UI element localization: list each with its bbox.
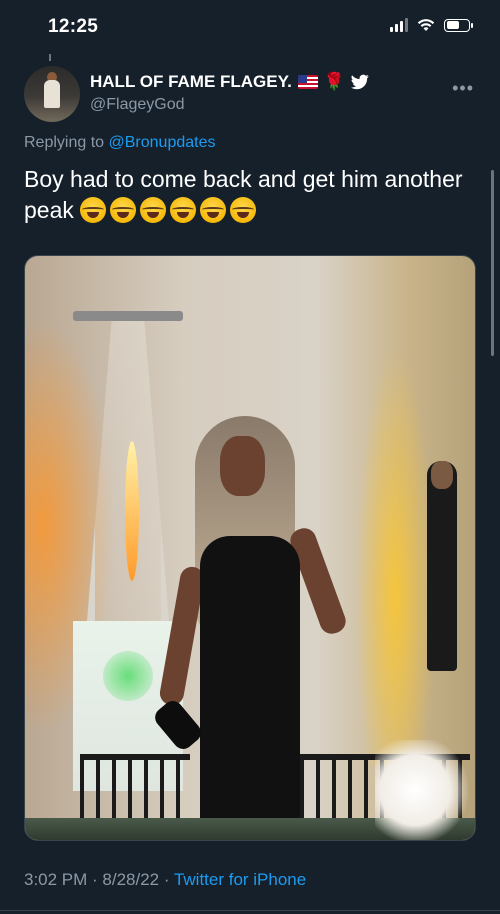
status-bar: 12:25 (0, 0, 500, 56)
laughing-tears-emoji-icon (230, 197, 257, 223)
laughing-tears-emoji-icon (110, 197, 137, 223)
replying-to-mention[interactable]: @Bronupdates (109, 134, 216, 151)
twitter-bird-icon (350, 74, 369, 90)
tweet-source-link[interactable]: Twitter for iPhone (174, 870, 306, 889)
author-handle[interactable]: @FlageyGod (90, 96, 369, 114)
laughing-tears-emoji-icon (200, 197, 227, 223)
us-flag-icon (297, 75, 318, 89)
user-block[interactable]: HALL OF FAME FLAGEY. 🌹 @FlageyGod (90, 72, 369, 114)
laughing-tears-emoji-icon (80, 197, 107, 223)
divider (0, 910, 500, 911)
more-options-icon[interactable]: ••• (452, 78, 474, 99)
white-flowers (375, 740, 475, 840)
rose-icon: 🌹 (323, 72, 345, 91)
tweet-text: Boy had to come back and get him another… (24, 164, 476, 226)
laughing-tears-emoji-icon (170, 197, 197, 223)
tweet-video[interactable] (24, 255, 476, 841)
cellular-signal-icon (390, 18, 408, 32)
battery-icon (444, 18, 473, 32)
status-time: 12:25 (48, 16, 99, 37)
emoji-row (80, 197, 260, 223)
left-arm (158, 564, 206, 708)
tweet-timestamp: 3:02 PM · 8/28/22 · Twitter for iPhone (24, 870, 306, 890)
author-name-row[interactable]: HALL OF FAME FLAGEY. 🌹 (90, 72, 369, 92)
background-man (427, 461, 457, 671)
yellow-wall-light (355, 346, 435, 766)
scrollbar[interactable] (491, 170, 494, 356)
avatar-figure (44, 80, 60, 108)
timestamp-text: 3:02 PM · 8/28/22 · (24, 870, 174, 889)
replying-to: Replying to @Bronupdates (24, 134, 215, 152)
wifi-icon (417, 19, 435, 31)
heater-flame (125, 441, 139, 581)
laughing-tears-emoji-icon (140, 197, 167, 223)
face (220, 436, 265, 496)
avatar[interactable] (24, 66, 80, 122)
status-icons (390, 18, 473, 32)
thread-line (49, 54, 51, 61)
author-display-name[interactable]: HALL OF FAME FLAGEY. (90, 72, 292, 92)
battery-level (446, 21, 459, 29)
replying-to-prefix: Replying to (24, 134, 105, 151)
heater-top (73, 311, 183, 321)
background-man-head (431, 461, 453, 489)
